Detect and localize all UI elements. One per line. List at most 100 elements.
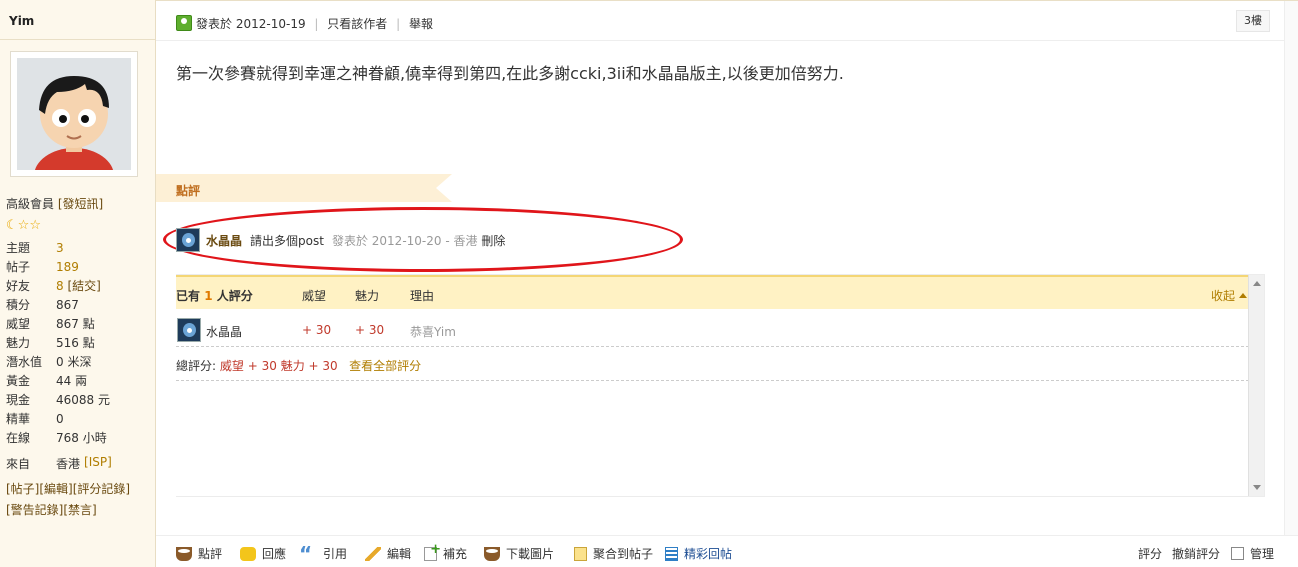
add-document-icon	[424, 542, 441, 561]
warning-log-link[interactable]: [警告記錄]	[6, 503, 63, 517]
user-stats: 主題 3 帖子 189 好友 8 [結交] 積分 867 威望 867 點 魅力…	[6, 240, 154, 449]
scroll-down-icon[interactable]	[1253, 485, 1261, 490]
scroll-up-icon[interactable]	[1253, 281, 1261, 286]
rating-scrollbar[interactable]	[1248, 275, 1264, 496]
stat-friends: 好友 8 [結交]	[6, 278, 154, 297]
checkbox-icon[interactable]	[1231, 547, 1244, 560]
note-icon	[574, 546, 587, 561]
col-reason: 理由	[410, 289, 435, 303]
commenter-name[interactable]: 水晶晶	[206, 232, 242, 249]
reply-button[interactable]: 回應	[240, 545, 286, 562]
rate-button[interactable]: 評分	[1138, 545, 1162, 562]
post-meta-bar: 發表於 2012-10-19 | 只看該作者 | 舉報 3樓	[156, 1, 1298, 41]
rating-header: 已有 1 人評分 威望 魅力 理由 收起	[176, 275, 1259, 309]
stat-label: 現金	[6, 393, 31, 407]
stat-points: 積分 867	[6, 297, 154, 316]
cartoon-boy-avatar-icon	[17, 58, 131, 170]
stat-label: 主題	[6, 241, 31, 255]
supplement-button[interactable]: 補充	[424, 542, 467, 562]
total-prestige-label: 威望	[219, 359, 244, 373]
stat-friends-value: 8 [結交]	[56, 278, 101, 297]
isp-link[interactable]: [ISP]	[84, 455, 112, 472]
post-date: 2012-10-19	[235, 17, 306, 31]
coffee-cup-icon	[484, 546, 500, 561]
edit-user-link[interactable]: [編輯]	[39, 482, 72, 496]
collapse-rating-button[interactable]: 收起	[1211, 287, 1247, 304]
reply-label: 回應	[262, 547, 287, 561]
delete-comment-link[interactable]: 刪除	[481, 234, 505, 248]
rating-row: 水晶晶 + 30 + 30 恭喜Yim	[176, 313, 1259, 347]
ban-link[interactable]: [禁言]	[63, 503, 96, 517]
user-rank: 高級會員 [發短訊]	[6, 195, 103, 212]
avatar[interactable]	[10, 51, 138, 177]
stat-gold: 黃金 44 兩	[6, 373, 154, 392]
stat-label: 在線	[6, 431, 31, 445]
comments-header-label: 點評	[176, 184, 201, 198]
stat-label: 威望	[6, 317, 31, 331]
revoke-rate-button[interactable]: 撤銷評分	[1172, 545, 1220, 562]
comment-button[interactable]: 點評	[176, 545, 222, 562]
edit-label: 編輯	[387, 547, 412, 561]
stat-label: 好友	[6, 279, 31, 293]
online-status-icon	[176, 15, 192, 31]
star-icon: ☆	[17, 218, 30, 233]
rating-total: 總評分: 威望 + 30 魅力 + 30 查看全部評分	[176, 347, 1259, 381]
comment-date: 2012-10-20	[371, 233, 442, 248]
post-action-bar: 點評 回應 “引用 編輯 補充 下載圖片 聚合到帖子 精彩回帖 評分 撤銷評分 …	[156, 535, 1298, 567]
location-label: 來自	[6, 457, 31, 471]
rating-count-number: 1	[204, 289, 213, 303]
stat-value: 44 兩	[56, 374, 88, 388]
comments-header-ribbon-icon	[156, 174, 452, 202]
col-charm: 魅力	[355, 289, 380, 303]
commenter-avatar[interactable]	[176, 228, 200, 252]
stat-topics-link[interactable]: 3	[56, 240, 64, 259]
edit-button[interactable]: 編輯	[365, 545, 411, 562]
stat-friends-link[interactable]: 8	[56, 279, 64, 293]
rater-avatar[interactable]	[177, 318, 201, 342]
send-pm-link[interactable]: [發短訊]	[58, 197, 103, 211]
quote-label: 引用	[323, 547, 348, 561]
rating-log-link[interactable]: [評分記錄]	[73, 482, 130, 496]
view-all-ratings-link[interactable]: 查看全部評分	[349, 359, 421, 373]
star-icon: ☆	[29, 218, 41, 233]
rating-prestige: + 30	[302, 323, 332, 337]
quote-button[interactable]: “ 引用	[299, 541, 348, 566]
quote-icon: “	[299, 541, 313, 566]
stat-posts-link[interactable]: 189	[56, 259, 79, 278]
total-charm-label: 魅力	[280, 359, 305, 373]
post-body: 第一次參賽就得到幸運之神眷顧,僥幸得到第四,在此多謝ccki,3ii和水晶晶版主…	[176, 64, 844, 83]
stat-value: 0 米深	[56, 355, 92, 369]
featured-reply-button[interactable]: 精彩回帖	[665, 545, 732, 562]
stat-label: 精華	[6, 412, 31, 426]
comment-item: 水晶晶 請出多個post 發表於 2012-10-20 - 香港 刪除	[176, 227, 556, 253]
rater-name[interactable]: 水晶晶	[206, 323, 242, 340]
rank-label: 高級會員	[6, 197, 55, 211]
report-link[interactable]: 舉報	[409, 17, 433, 31]
only-author-link[interactable]: 只看該作者	[327, 17, 387, 31]
stat-digest: 精華 0	[6, 411, 154, 430]
manage-checkbox[interactable]: 管理	[1231, 545, 1274, 562]
right-edge	[1284, 1, 1298, 567]
stat-label: 積分	[6, 298, 31, 312]
stat-value: 768 小時	[56, 431, 107, 445]
stat-posts: 帖子 189	[6, 259, 154, 278]
manage-label: 管理	[1250, 547, 1275, 561]
user-location: 來自 香港 [ISP]	[6, 455, 112, 472]
pencil-icon	[365, 546, 381, 561]
author-username[interactable]: Yim	[0, 0, 155, 40]
comment-label: 點評	[198, 547, 223, 561]
rating-suffix: 人評分	[216, 289, 253, 303]
download-images-button[interactable]: 下載圖片	[484, 545, 554, 562]
separator: |	[314, 17, 319, 31]
floor-number[interactable]: 3樓	[1236, 10, 1270, 32]
rating-table: 已有 1 人評分 威望 魅力 理由 收起 水晶晶 + 30 + 30 恭喜Yim…	[176, 274, 1265, 497]
total-line: 總評分: 威望 + 30 魅力 + 30 查看全部評分	[176, 357, 421, 374]
stat-value: 516 點	[56, 336, 95, 350]
stat-value: 46088 元	[56, 393, 110, 407]
user-posts-link[interactable]: [帖子]	[6, 482, 39, 496]
add-friend-link[interactable]: [結交]	[67, 279, 100, 293]
coffee-cup-icon	[176, 546, 192, 561]
aggregate-button[interactable]: 聚合到帖子	[574, 545, 653, 562]
rating-count: 已有 1 人評分	[176, 287, 253, 304]
stat-topics: 主題 3	[6, 240, 154, 259]
